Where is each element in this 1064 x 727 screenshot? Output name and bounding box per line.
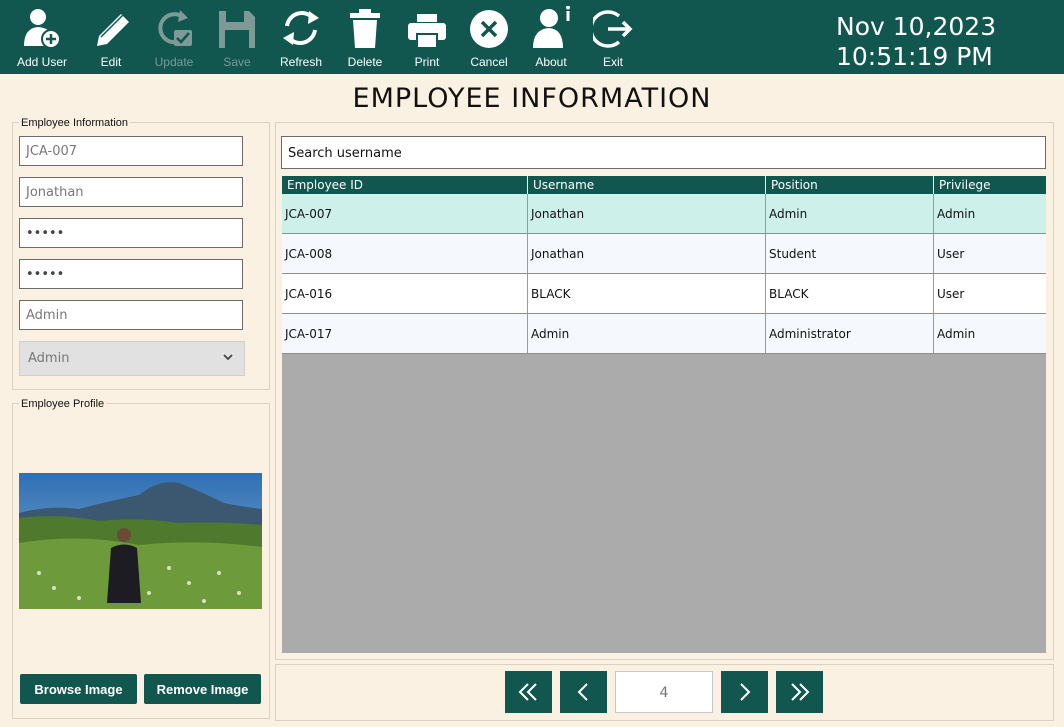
cell-employee-id: JCA-017 [282,314,528,353]
exit-button[interactable]: Exit [582,0,644,74]
table-header: Employee ID Username Position Privilege [282,176,1046,194]
profile-photo [19,473,262,609]
position-field[interactable]: Admin [19,300,243,330]
cell-privilege: Admin [937,327,976,341]
remove-image-button[interactable]: Remove Image [144,674,261,704]
last-page-button[interactable] [776,671,823,713]
clock-date: Nov 10,2023 [836,12,997,41]
clock-time: 10:51:19 PM [836,42,993,71]
print-button[interactable]: Print [396,0,458,74]
save-button[interactable]: Save [206,0,268,74]
privilege-select-value: Admin [28,351,70,366]
add-user-label: Add User [16,55,68,69]
cancel-icon [470,10,508,48]
table-row[interactable]: JCA-016 BLACK BLACK User [282,274,1046,314]
cell-username: Admin [528,314,766,353]
exit-label: Exit [602,55,623,69]
about-button[interactable]: About [520,0,582,74]
refresh-button[interactable]: Refresh [270,0,332,74]
edit-button[interactable]: Edit [80,0,142,74]
column-header-position[interactable]: Position [766,176,934,194]
cell-privilege: Admin [937,207,976,221]
column-header-username[interactable]: Username [528,176,766,194]
cell-username: BLACK [528,274,766,313]
toolbar: Add User Edit Update Save Refresh Delete… [0,0,1064,74]
browse-image-button[interactable]: Browse Image [20,674,137,704]
table-row[interactable]: JCA-017 Admin Administrator Admin [282,314,1046,354]
printer-icon [408,14,446,49]
cell-position: BLACK [766,274,934,313]
page-number-field[interactable]: 4 [615,671,713,713]
cell-employee-id: JCA-016 [282,274,528,313]
first-page-button[interactable] [505,671,552,713]
add-user-button[interactable]: Add User [11,0,73,74]
cell-username: Jonathan [528,234,766,273]
refresh-icon [283,11,319,45]
table-row[interactable]: JCA-008 Jonathan Student User [282,234,1046,274]
update-button[interactable]: Update [143,0,205,74]
cancel-button[interactable]: Cancel [458,0,520,74]
page-title: EMPLOYEE INFORMATION [352,83,712,114]
cell-privilege: User [937,287,965,301]
cell-employee-id: JCA-007 [282,194,528,233]
delete-button[interactable]: Delete [334,0,396,74]
employee-profile-group-label: Employee Profile [19,398,107,410]
employee-info-group-label: Employee Information [19,117,130,129]
employee-id-field[interactable]: JCA-007 [19,136,243,166]
cell-privilege: User [937,247,965,261]
search-input[interactable]: Search username [281,136,1046,169]
chevron-left-icon [577,683,588,701]
add-user-icon [24,9,61,49]
chevron-down-icon [223,354,233,361]
cell-position: Administrator [766,314,934,353]
about-icon [533,6,570,48]
cell-username: Jonathan [528,194,766,233]
column-header-employee-id[interactable]: Employee ID [282,176,528,194]
double-chevron-left-icon [518,683,537,701]
cell-employee-id: JCA-008 [282,234,528,273]
chevron-right-icon [740,683,751,701]
save-icon [219,11,255,48]
privilege-select[interactable]: Admin [19,341,245,376]
confirm-password-field[interactable]: ••••• [19,259,243,289]
username-field[interactable]: Jonathan [19,177,243,207]
cell-position: Admin [766,194,934,233]
password-field[interactable]: ••••• [19,218,243,248]
column-header-privilege[interactable]: Privilege [934,176,1046,194]
double-chevron-right-icon [791,683,810,701]
cell-position: Student [766,234,934,273]
trash-icon [350,9,380,48]
exit-icon [593,10,633,48]
next-page-button[interactable] [721,671,768,713]
previous-page-button[interactable] [560,671,607,713]
employee-table: Employee ID Username Position Privilege … [282,176,1046,653]
update-icon [158,10,192,46]
table-row[interactable]: JCA-007 Jonathan Admin Admin [282,194,1046,234]
pencil-icon [97,13,129,46]
clock: Nov 10,2023 10:51:19 PM [836,12,996,72]
